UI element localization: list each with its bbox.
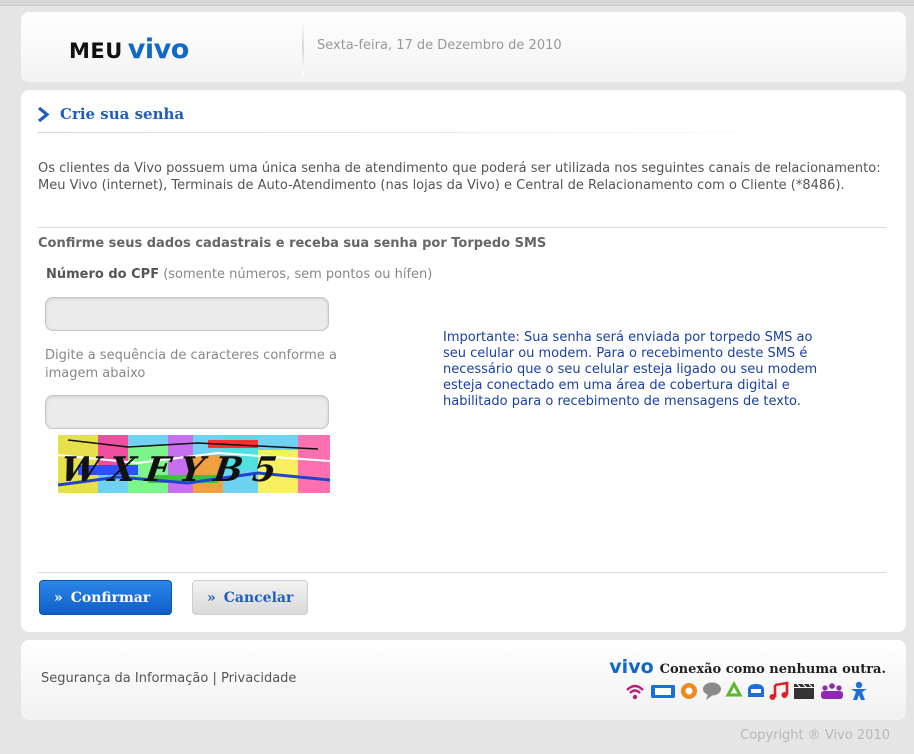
- captcha-image: WXFYB5: [58, 435, 330, 493]
- double-chevron-icon: »: [54, 589, 63, 606]
- at-icon: [681, 683, 697, 699]
- cpf-hint: (somente números, sem pontos ou hífen): [159, 267, 433, 282]
- footer-links: Segurança da Informação | Privacidade: [41, 671, 296, 686]
- chat-icon: [703, 682, 721, 700]
- confirm-button[interactable]: » Confirmar: [39, 580, 172, 615]
- double-chevron-icon: »: [207, 589, 216, 606]
- divider: [38, 227, 886, 228]
- confirm-label: Confirmar: [70, 589, 151, 606]
- main-panel: Crie sua senha Os clientes da Vivo possu…: [21, 90, 906, 632]
- header: MEU vivo Sexta-feira, 17 de Dezembro de …: [21, 12, 906, 82]
- captcha-label: Digite a sequência de caracteres conform…: [45, 348, 337, 381]
- brand-icons: [626, 680, 867, 700]
- cpf-input[interactable]: [45, 297, 329, 331]
- captcha-input[interactable]: [45, 395, 329, 429]
- privacy-link[interactable]: Privacidade: [221, 671, 296, 686]
- intro-text: Os clientes da Vivo possuem uma única se…: [38, 161, 881, 193]
- logo-vivo: vivo: [127, 34, 190, 65]
- chevron-right-icon: [37, 106, 50, 122]
- brand-logo: vivo: [609, 656, 654, 678]
- section-title: Crie sua senha: [37, 105, 184, 123]
- people-icon: [821, 683, 843, 699]
- top-border: [0, 0, 914, 6]
- meu-vivo-logo[interactable]: MEU vivo: [69, 34, 189, 65]
- footer: Segurança da Informação | Privacidade vi…: [21, 640, 906, 720]
- copyright: Copyright ® Vivo 2010: [740, 728, 890, 743]
- button-divider: [38, 572, 886, 573]
- page-title: Crie sua senha: [60, 105, 185, 123]
- person-icon: [851, 681, 867, 700]
- security-link[interactable]: Segurança da Informação: [41, 671, 208, 686]
- header-divider: [302, 20, 304, 76]
- logo-meu: MEU: [69, 39, 123, 63]
- header-date: Sexta-feira, 17 de Dezembro de 2010: [317, 38, 562, 53]
- vivo-brand: vivo Conexão como nenhuma outra.: [609, 656, 886, 705]
- recycle-icon: [725, 680, 743, 697]
- music-icon: [769, 681, 789, 700]
- cpf-label-bold: Número do CPF: [46, 267, 160, 282]
- captcha-text: WXFYB5: [58, 450, 289, 490]
- title-underline: [37, 132, 797, 133]
- cancel-button[interactable]: » Cancelar: [192, 580, 308, 615]
- captcha-graphic: WXFYB5: [58, 435, 330, 493]
- screen-icon: [651, 685, 675, 698]
- wifi-icon: [626, 684, 644, 700]
- cpf-label: Número do CPF (somente números, sem pont…: [46, 267, 432, 282]
- form-subheading: Confirme seus dados cadastrais e receba …: [38, 236, 547, 251]
- film-icon: [794, 683, 814, 699]
- cloud-icon: [748, 684, 764, 697]
- brand-slogan: Conexão como nenhuma outra.: [659, 662, 886, 677]
- important-notice: Importante: Sua senha será enviada por t…: [443, 330, 818, 409]
- brand-line: vivo Conexão como nenhuma outra.: [609, 656, 886, 678]
- cancel-label: Cancelar: [223, 589, 294, 606]
- footer-separator: |: [208, 671, 221, 686]
